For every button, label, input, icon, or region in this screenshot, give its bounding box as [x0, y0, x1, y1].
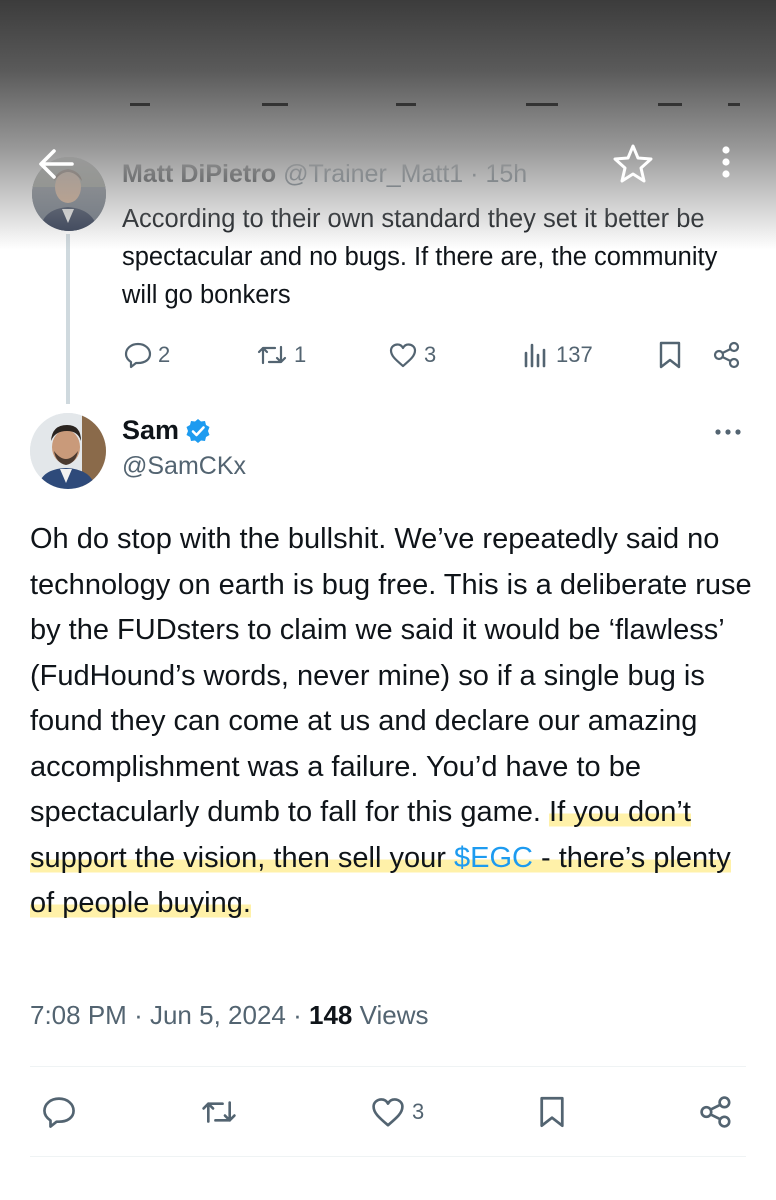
tweet-text: Oh do stop with the bullshit. We’ve repe… — [30, 517, 760, 927]
tweet-view-count: 148 — [309, 1000, 353, 1030]
star-outline-icon — [613, 144, 653, 183]
reply-view-count: 137 — [556, 342, 593, 367]
author-name-row: Sam — [122, 415, 211, 446]
reply-retweet-button[interactable]: 1 — [256, 335, 306, 375]
reply-like-button[interactable]: 3 — [388, 335, 436, 375]
reply-like-count: 3 — [424, 342, 437, 367]
back-button[interactable] — [36, 144, 76, 184]
share-button[interactable] — [698, 1090, 734, 1134]
reply-views-button[interactable]: 137 — [522, 335, 593, 375]
thread-connector-line — [66, 234, 70, 404]
reply-bookmark-button[interactable] — [656, 335, 684, 375]
like-count: 3 — [412, 1099, 425, 1124]
bookmark-icon — [540, 1096, 564, 1128]
reply-action-bar: 2 1 3 137 — [0, 335, 776, 375]
cashtag-link[interactable]: $EGC — [453, 841, 533, 874]
tweet-more-button[interactable] — [712, 418, 744, 446]
retweet-icon — [202, 1101, 236, 1123]
tweet-timestamp: 7:08 PM · Jun 5, 2024 · 148 Views — [30, 1000, 429, 1031]
tweet-action-bar: 3 — [0, 1090, 776, 1134]
retweet-icon — [257, 345, 287, 365]
bookmark-icon — [659, 341, 681, 369]
author-avatar[interactable] — [30, 413, 106, 489]
verified-badge-icon — [186, 418, 210, 443]
reply-comment-count: 2 — [158, 342, 171, 367]
timestamp-separator: · — [134, 1000, 143, 1030]
person-photo-icon — [30, 413, 106, 489]
reply-text: According to their own standard they set… — [122, 205, 718, 309]
timestamp-separator: · — [293, 1000, 302, 1030]
more-horizontal-icon — [715, 429, 741, 435]
retweet-button[interactable] — [200, 1090, 238, 1134]
comment-icon — [124, 342, 152, 369]
more-vertical-icon — [722, 146, 730, 178]
bookmark-button[interactable] — [536, 1090, 568, 1134]
share-icon — [713, 341, 740, 369]
divider-bottom — [30, 1156, 746, 1157]
tweet-text-main: Oh do stop with the bullshit. We’ve repe… — [30, 523, 752, 828]
views-chart-icon — [524, 343, 546, 368]
comment-icon — [43, 1097, 75, 1128]
reply-comment-button[interactable]: 2 — [124, 335, 170, 375]
reply-share-button[interactable] — [712, 335, 742, 375]
like-button[interactable]: 3 — [370, 1090, 424, 1134]
divider-top — [30, 1066, 746, 1067]
heart-icon — [372, 1098, 404, 1127]
tweet-views-label: Views — [359, 1000, 429, 1030]
author-name[interactable]: Sam — [122, 415, 179, 446]
share-icon — [700, 1096, 731, 1128]
heart-icon — [389, 343, 417, 368]
tweet-time[interactable]: 7:08 PM — [30, 1000, 127, 1030]
faded-previous-actions — [0, 95, 776, 111]
reply-retweet-count: 1 — [294, 342, 307, 367]
arrow-left-icon — [39, 149, 74, 179]
comment-button[interactable] — [42, 1090, 76, 1134]
author-handle[interactable]: @SamCKx — [122, 452, 246, 481]
top-navigation-bar — [0, 140, 776, 188]
tweet-date[interactable]: Jun 5, 2024 — [150, 1000, 286, 1030]
favorite-button[interactable] — [612, 142, 654, 184]
more-options-button[interactable] — [712, 142, 740, 186]
